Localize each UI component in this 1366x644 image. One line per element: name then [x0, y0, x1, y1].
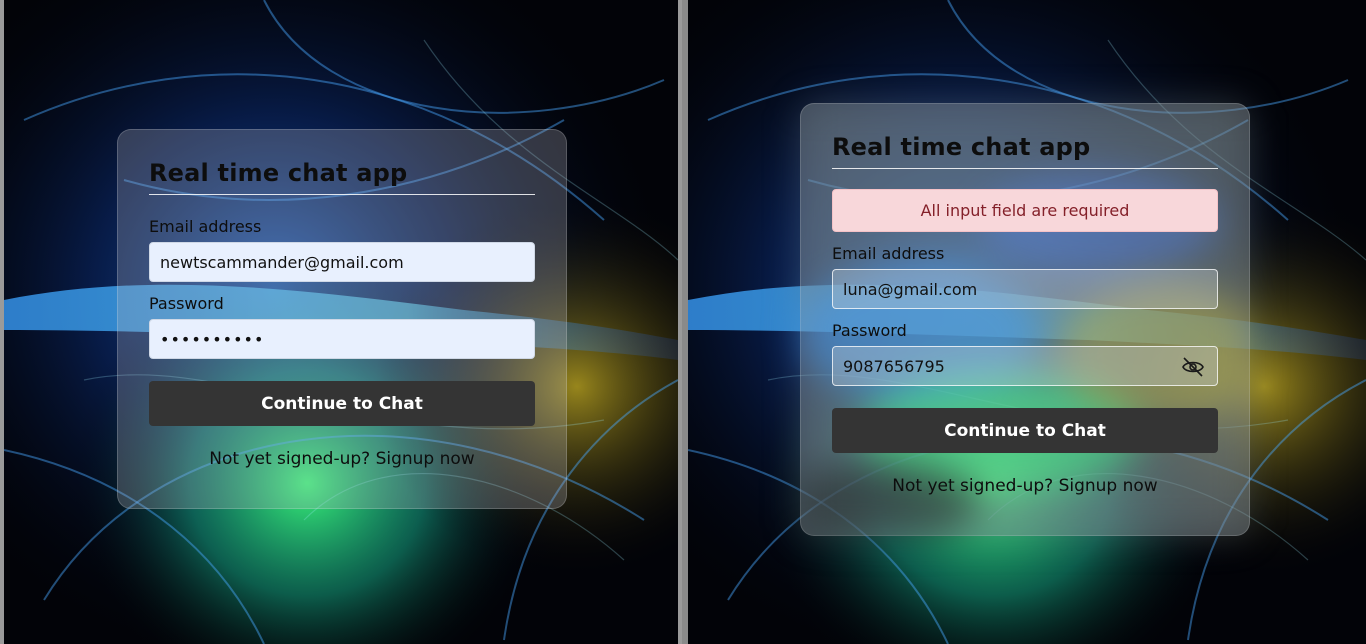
email-input[interactable]: luna@gmail.com — [832, 269, 1218, 309]
password-input-value: •••••••••• — [160, 329, 265, 349]
signup-link[interactable]: Not yet signed-up? Signup now — [801, 476, 1249, 496]
login-card: Real time chat app All input field are r… — [800, 103, 1250, 536]
password-input[interactable]: 9087656795 — [832, 346, 1218, 386]
error-alert: All input field are required — [832, 189, 1218, 232]
app-title: Real time chat app — [832, 130, 1218, 169]
email-input[interactable]: newtscammander@gmail.com — [149, 242, 535, 282]
password-label: Password — [149, 294, 224, 313]
login-card: Real time chat app Email address newtsca… — [117, 129, 567, 509]
app-title: Real time chat app — [149, 156, 535, 195]
password-input-value: 9087656795 — [843, 356, 945, 376]
email-label: Email address — [149, 217, 262, 236]
email-input-value: newtscammander@gmail.com — [160, 252, 404, 272]
eye-off-icon[interactable] — [1181, 355, 1205, 379]
continue-to-chat-button[interactable]: Continue to Chat — [149, 381, 535, 426]
login-screen-left: Real time chat app Email address newtsca… — [4, 0, 678, 644]
email-label: Email address — [832, 244, 945, 263]
login-screen-right: Real time chat app All input field are r… — [688, 0, 1366, 644]
left-edge — [0, 0, 4, 644]
signup-link[interactable]: Not yet signed-up? Signup now — [118, 449, 566, 469]
email-input-value: luna@gmail.com — [843, 279, 978, 299]
continue-to-chat-button[interactable]: Continue to Chat — [832, 408, 1218, 453]
panel-divider — [678, 0, 682, 644]
password-label: Password — [832, 321, 907, 340]
password-input[interactable]: •••••••••• — [149, 319, 535, 359]
